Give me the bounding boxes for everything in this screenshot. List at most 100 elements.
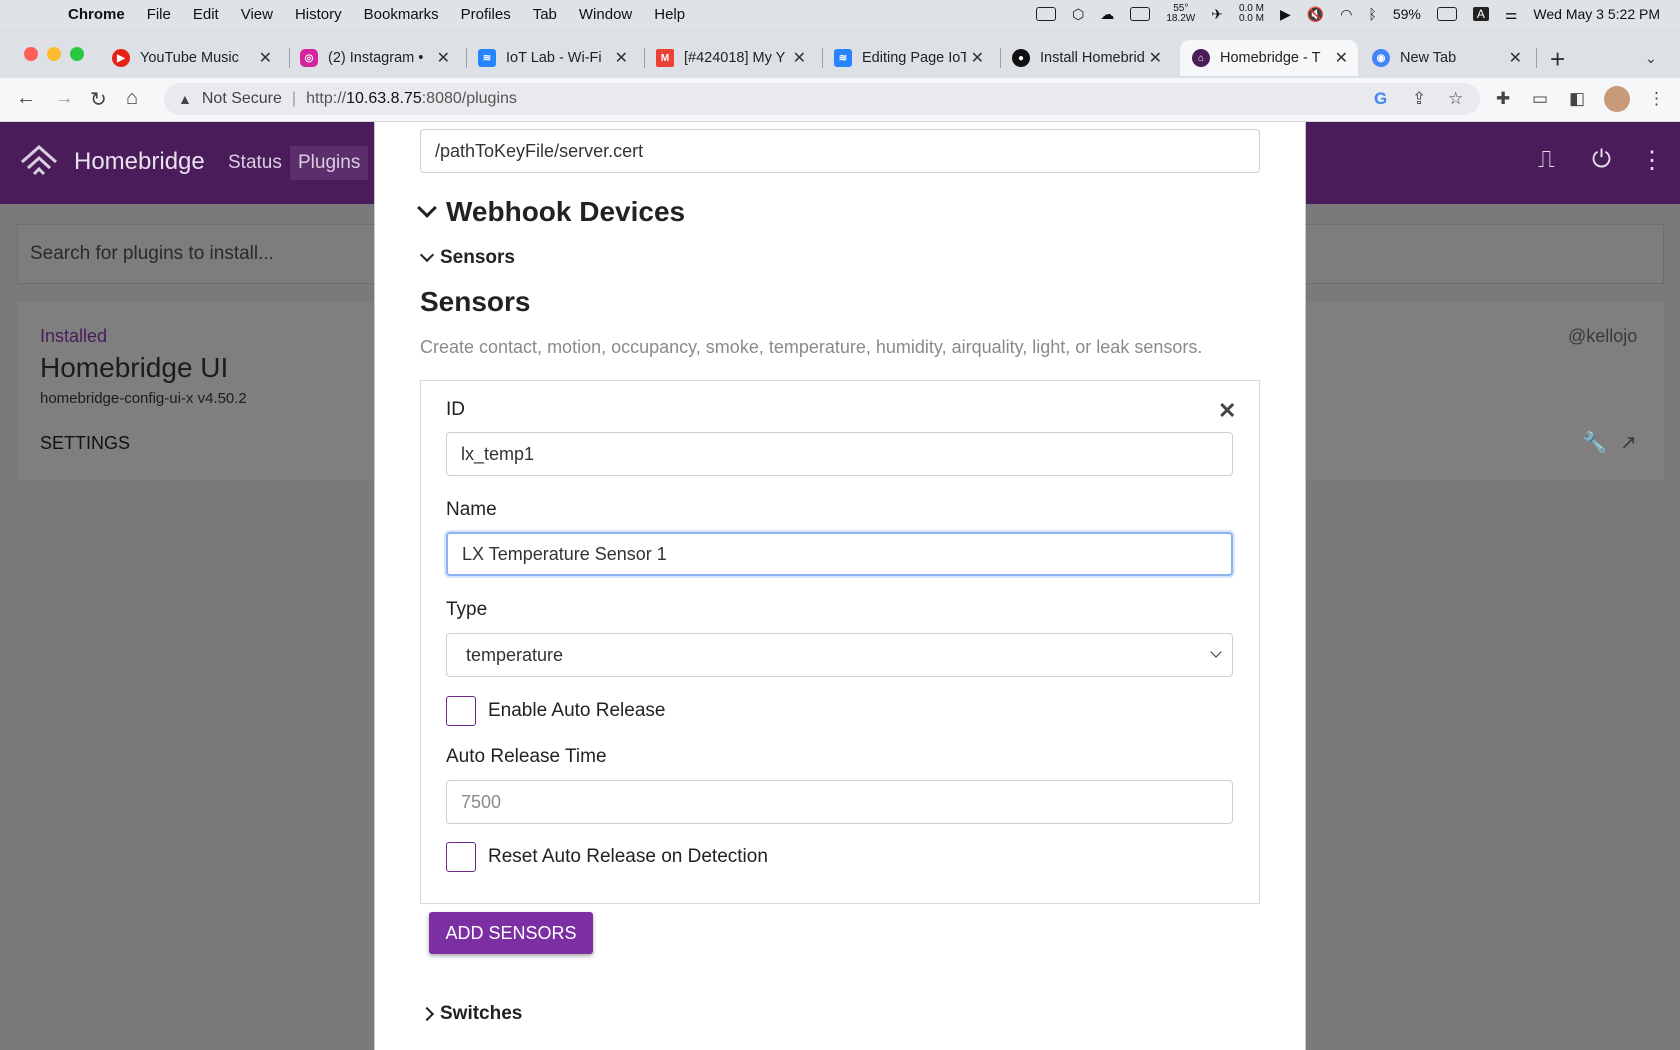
control-center-icon[interactable]: ⚌ [1505,6,1518,23]
forward-arrow-icon[interactable]: → [54,87,74,110]
cast-icon[interactable]: ▭ [1532,89,1548,109]
external-link-icon[interactable]: ↗ [1620,430,1637,455]
bluetooth-icon[interactable]: ᛒ [1368,6,1376,22]
airplane-icon[interactable]: ✈ [1211,6,1223,23]
wifi-icon[interactable]: ◠ [1340,6,1352,23]
auto-release-time-input[interactable]: 7500 [446,780,1233,824]
menu-bookmarks[interactable]: Bookmarks [364,6,439,23]
switches-toggle[interactable]: Switches [419,1003,522,1025]
close-tab-icon[interactable]: ✕ [259,48,272,68]
security-status[interactable]: Not Secure [202,90,282,108]
battery-percent[interactable]: 59% [1393,6,1421,22]
tab-title: (2) Instagram • [328,50,424,66]
menu-help[interactable]: Help [654,6,685,23]
address-bar[interactable]: ▲ Not Secure | http://10.63.8.75:8080/pl… [164,83,1480,115]
bookmark-star-icon[interactable]: ☆ [1448,89,1463,109]
webhook-devices-toggle[interactable]: Webhook Devices [417,196,685,228]
new-tab-plus-icon[interactable]: + [1550,44,1565,75]
network-readout[interactable]: 0.0 M 0.0 M [1239,4,1264,24]
mute-icon[interactable]: 🔇 [1307,6,1324,23]
close-tab-icon[interactable]: ✕ [971,48,984,68]
close-tab-icon[interactable]: ✕ [1509,48,1522,68]
sensor-name-input[interactable]: LX Temperature Sensor 1 [446,532,1233,576]
close-tab-icon[interactable]: ✕ [437,48,450,68]
tab-gmail[interactable]: M [#424018] My Y ✕ [656,40,816,76]
tab-search-chevron-icon[interactable]: ⌄ [1645,50,1657,67]
close-tab-icon[interactable]: ✕ [615,48,628,68]
tab-editing-page[interactable]: ≋ Editing Page IoT ✕ [834,40,994,76]
close-tab-icon[interactable]: ✕ [1335,48,1348,68]
menu-history[interactable]: History [295,6,342,23]
tab-title: Editing Page IoT [862,50,966,66]
minimize-window-button[interactable] [47,47,61,61]
google-lens-icon[interactable]: G [1374,89,1387,109]
tab-install-homebrew[interactable]: ● Install Homebrid ✕ [1012,40,1172,76]
wrench-icon[interactable]: 🔧 [1582,430,1607,455]
tab-iot-lab[interactable]: ≋ IoT Lab - Wi-Fi ✕ [478,40,638,76]
enable-auto-release-label[interactable]: Enable Auto Release [488,700,665,722]
reload-icon[interactable]: ↻ [90,87,107,112]
menubar-clock[interactable]: Wed May 3 5:22 PM [1533,6,1660,22]
plugin-settings-link[interactable]: SETTINGS [40,433,130,454]
memory-icon[interactable] [1036,7,1057,21]
menu-app-name[interactable]: Chrome [68,6,125,23]
homebridge-title[interactable]: Homebridge [74,148,205,176]
power-readout: 18.2W [1166,13,1196,24]
close-tab-icon[interactable]: ✕ [1149,48,1162,68]
confluence-icon: ≋ [834,49,852,67]
homebridge-logo-icon[interactable] [18,142,60,184]
menu-profiles[interactable]: Profiles [461,6,511,23]
tab-title: Homebridge - T [1220,50,1321,66]
auto-release-time-placeholder: 7500 [461,791,502,812]
menu-tab[interactable]: Tab [533,6,557,23]
side-panel-icon[interactable]: ◧ [1569,89,1585,109]
sensors-toggle[interactable]: Sensors [419,247,515,269]
cert-path-input[interactable]: /pathToKeyFile/server.cert [420,129,1260,173]
menu-window[interactable]: Window [579,6,632,23]
cpu-graph-icon[interactable] [1130,7,1151,21]
sensor-id-input[interactable]: lx_temp1 [446,432,1233,476]
sensor-type-select[interactable]: temperature [446,633,1233,677]
tab-youtube-music[interactable]: ▶ YouTube Music ✕ [112,40,282,76]
tab-separator [822,48,823,68]
tab-new-tab[interactable]: ◉ New Tab ✕ [1372,40,1532,76]
warning-triangle-icon[interactable]: ▲ [178,91,192,107]
cloud-badge-icon[interactable]: ☁ [1100,6,1114,23]
share-icon[interactable]: ⇪ [1412,89,1426,109]
tab-homebridge[interactable]: ⌂ Homebridge - T ✕ [1180,40,1358,76]
chevron-down-icon [419,247,435,263]
id-label: ID [446,399,465,420]
enable-auto-release-checkbox[interactable] [446,696,476,726]
app-menu-kebab-icon[interactable]: ⋮ [1640,146,1664,175]
close-tab-icon[interactable]: ✕ [793,48,806,68]
box-icon[interactable]: ⬡ [1072,6,1084,23]
pulse-icon[interactable]: ⎍ [1538,146,1555,174]
back-arrow-icon[interactable]: ← [16,87,36,110]
chrome-menu-kebab-icon[interactable]: ⋮ [1648,89,1665,109]
remove-sensor-close-icon[interactable]: ✕ [1218,398,1236,424]
profile-avatar[interactable] [1604,86,1630,112]
input-source-icon[interactable]: A [1472,7,1489,21]
extensions-puzzle-icon[interactable]: ✚ [1496,89,1510,109]
chevron-right-icon [419,1006,435,1022]
type-label: Type [446,599,488,620]
zoom-window-button[interactable] [70,47,84,61]
home-icon[interactable]: ⌂ [126,87,138,110]
plugin-author[interactable]: @kellojo [1568,326,1637,347]
nav-status[interactable]: Status [228,152,282,174]
tab-instagram[interactable]: ◎ (2) Instagram • ✕ [300,40,460,76]
menu-file[interactable]: File [147,6,171,23]
battery-icon[interactable] [1436,7,1457,21]
close-window-button[interactable] [24,47,38,61]
power-icon[interactable]: ⏻ [1592,146,1611,174]
menu-edit[interactable]: Edit [193,6,219,23]
nav-plugins[interactable]: Plugins [290,146,369,180]
plugin-name: Homebridge UI [40,352,229,383]
temp-power-readout[interactable]: 55° 18.2W [1166,4,1195,24]
reset-auto-release-checkbox[interactable] [446,842,476,872]
play-icon[interactable]: ▶ [1280,6,1291,23]
url-text[interactable]: http://10.63.8.75:8080/plugins [306,90,517,108]
reset-auto-release-label[interactable]: Reset Auto Release on Detection [488,846,768,868]
add-sensors-button[interactable]: ADD SENSORS [429,912,593,954]
menu-view[interactable]: View [241,6,273,23]
